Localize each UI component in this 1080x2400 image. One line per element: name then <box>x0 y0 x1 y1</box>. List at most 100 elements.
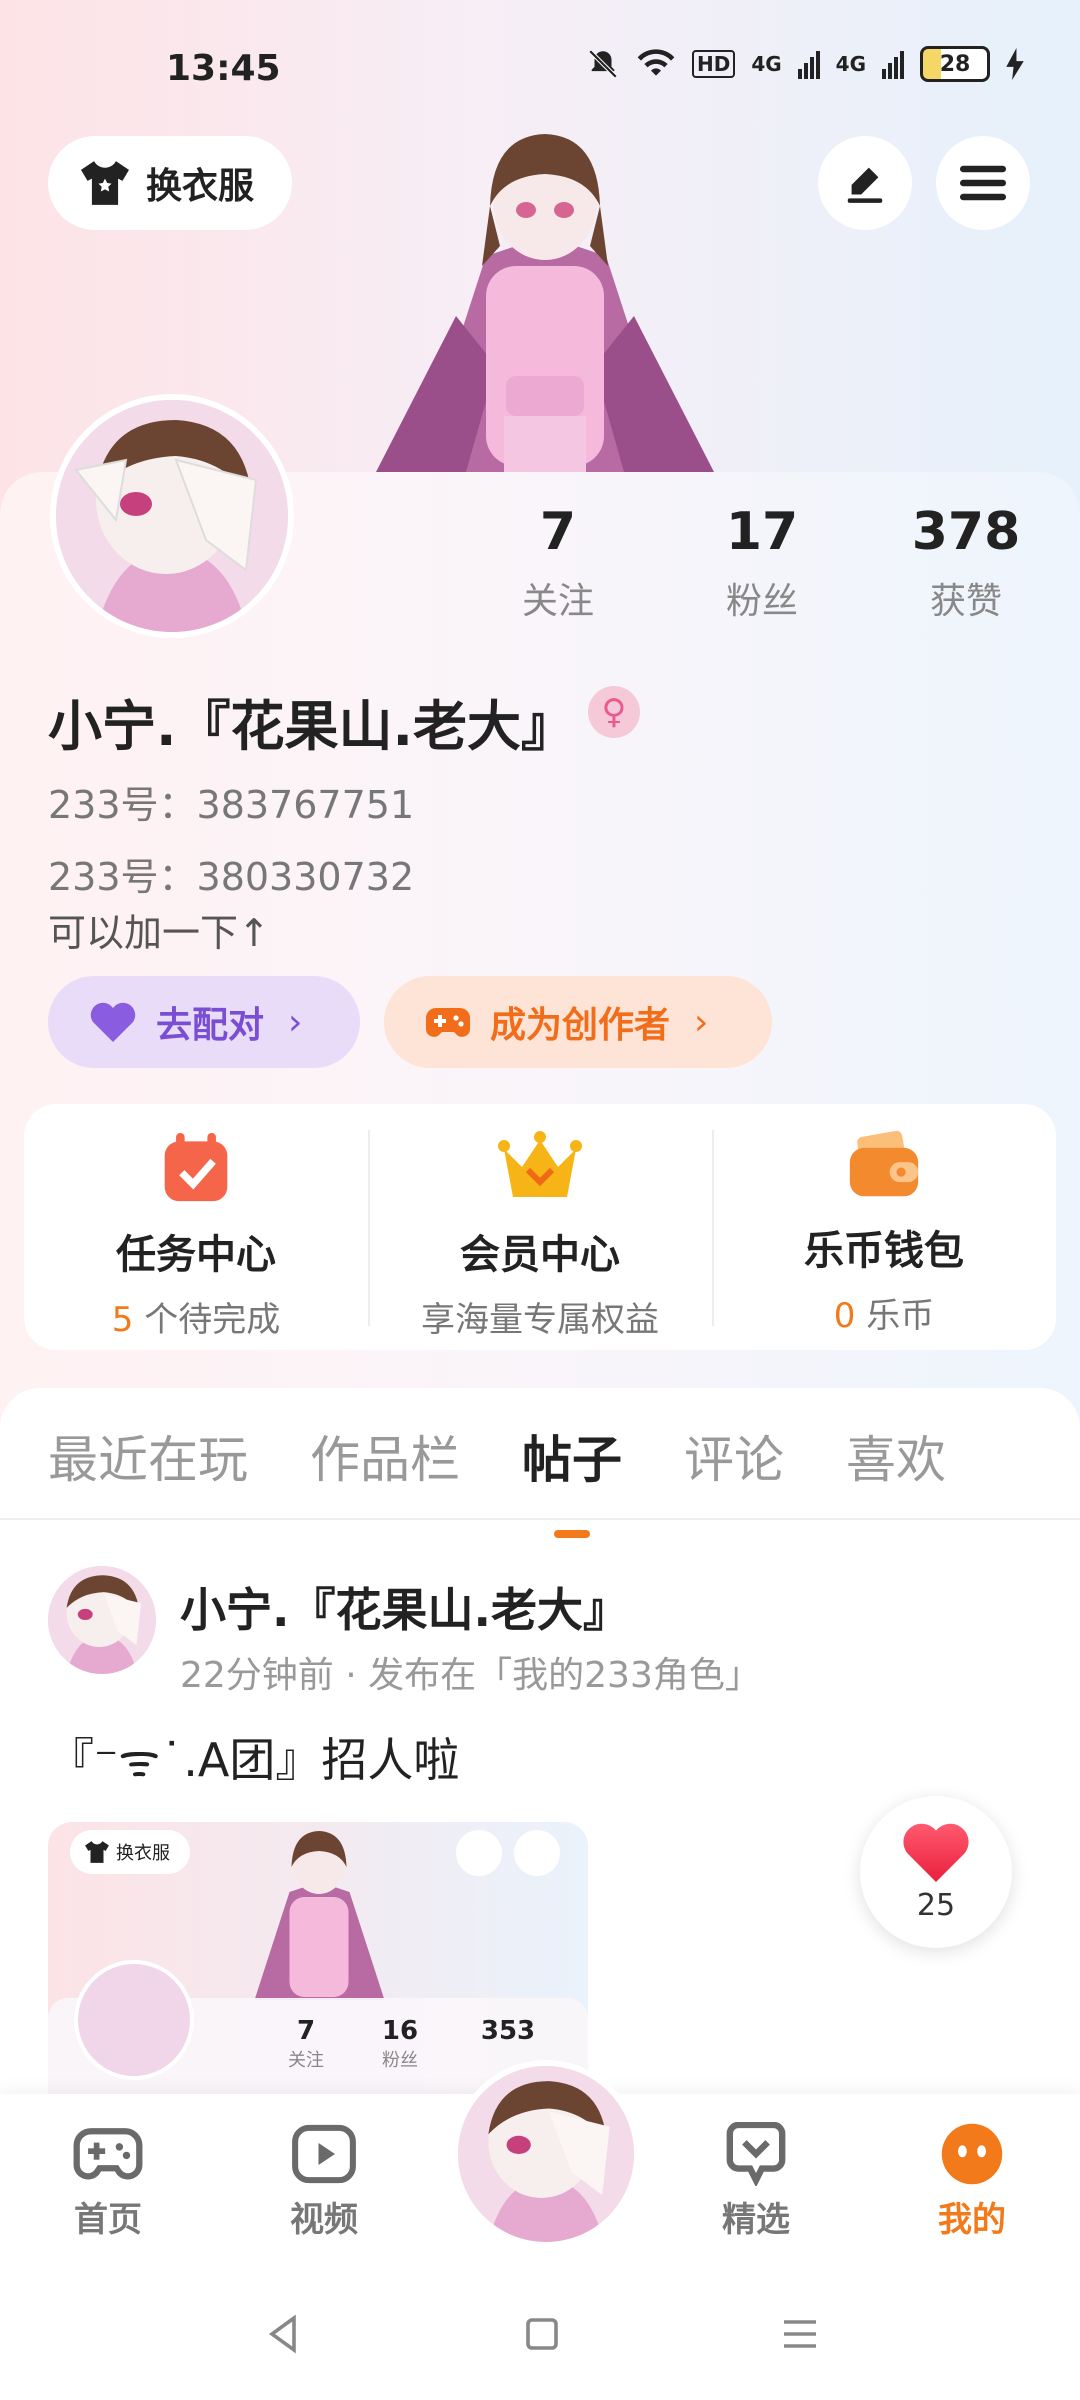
back-icon[interactable] <box>264 2314 304 2354</box>
coin-wallet-sub: 0 乐币 <box>834 1288 934 1337</box>
task-count: 5 <box>111 1300 134 1340</box>
nav-video[interactable]: 视频 <box>254 2122 394 2241</box>
character-banner[interactable] <box>376 116 714 472</box>
female-gender-icon: ♀ <box>588 686 640 738</box>
pen-icon <box>847 167 883 203</box>
dress-up-button[interactable]: 换衣服 <box>48 136 292 230</box>
status-time: 13:45 <box>166 48 281 89</box>
coin-wallet[interactable]: 乐币钱包 0 乐币 <box>712 1104 1056 1350</box>
post-text[interactable]: 『⁻ᯤ˙.A团』招人啦 <box>48 1724 459 1790</box>
like-count: 25 <box>916 1887 956 1923</box>
chevron-right-icon: › <box>288 1001 303 1043</box>
shirt-icon <box>81 161 129 205</box>
profile-tabs: 最近在玩 作品栏 帖子 评论 喜欢 <box>48 1420 1008 1538</box>
center-avatar-button[interactable] <box>452 2060 640 2248</box>
status-icons: HD 4G 4G 28 <box>586 46 1024 82</box>
home-icon[interactable] <box>522 2314 562 2354</box>
profile-id-1: 233号：383767751 <box>48 783 415 827</box>
wifi-icon <box>637 49 675 76</box>
thumb-stat-num: 353 <box>480 2016 536 2046</box>
tab-likes[interactable]: 喜欢 <box>846 1420 946 1492</box>
signal-bars-icon <box>797 51 820 79</box>
vip-center-sub: 享海量专属权益 <box>421 1300 659 1340</box>
like-button[interactable]: 25 <box>860 1796 1012 1948</box>
thumb-stat-label: 粉丝 <box>382 2050 418 2071</box>
recents-icon[interactable] <box>780 2314 820 2354</box>
stat-following-count: 7 <box>539 502 577 562</box>
nav-featured[interactable]: 精选 <box>686 2122 826 2241</box>
avatar-image <box>48 1566 156 1674</box>
thumb-avatar <box>74 1960 194 2080</box>
thumb-stat-label: 关注 <box>288 2050 324 2071</box>
system-nav-bar <box>0 2270 1080 2400</box>
task-sub-text: 个待完成 <box>144 1300 281 1340</box>
profile-name: 小宁.『花果山.老大』 <box>48 695 576 758</box>
signal-bars-2-icon <box>882 51 904 79</box>
tab-posts[interactable]: 帖子 <box>522 1420 622 1538</box>
thumb-menu-icon <box>514 1830 560 1876</box>
profile-id-2: 233号：380330732 <box>48 855 415 899</box>
gamepad-icon <box>426 1008 470 1037</box>
thumb-stat-following: 7 关注 <box>276 2016 336 2072</box>
nav-home[interactable]: 首页 <box>38 2122 178 2241</box>
stat-likes-count: 378 <box>911 502 1021 562</box>
match-label: 去配对 <box>156 1005 265 1046</box>
post-author-name[interactable]: 小宁.『花果山.老大』 <box>180 1574 629 1640</box>
thumb-stat-num: 7 <box>296 2016 316 2046</box>
task-center[interactable]: 任务中心 5 个待完成 <box>24 1104 368 1350</box>
profile-bio: 可以加一下↑ <box>48 911 270 955</box>
thumb-edit-icon <box>456 1830 502 1876</box>
match-button[interactable]: 去配对 › <box>48 976 360 1068</box>
signal-4g-1: 4G <box>751 52 782 76</box>
stat-followers-count: 17 <box>725 502 799 562</box>
task-center-title: 任务中心 <box>116 1232 276 1278</box>
heart-icon <box>90 1002 136 1042</box>
coin-wallet-title: 乐币钱包 <box>804 1228 964 1274</box>
tabs-divider <box>0 1518 1080 1520</box>
edit-button[interactable] <box>818 136 912 230</box>
vip-center[interactable]: 会员中心 享海量专属权益 <box>368 1104 712 1350</box>
coin-count: 0 <box>833 1296 856 1336</box>
avatar-image <box>56 400 288 632</box>
thumb-dress-label: 换衣服 <box>116 1843 170 1864</box>
hamburger-icon <box>960 165 1006 201</box>
stat-likes[interactable]: 378 获赞 <box>896 502 1036 624</box>
tab-recent-play[interactable]: 最近在玩 <box>48 1420 248 1492</box>
post-meta: 22分钟前 · 发布在「我的233角色」 <box>180 1655 761 1696</box>
wallet-icon <box>849 1130 919 1197</box>
become-creator-button[interactable]: 成为创作者 › <box>384 976 772 1068</box>
post-author-avatar[interactable] <box>48 1566 156 1674</box>
thumb-stat-followers: 16 粉丝 <box>370 2016 430 2072</box>
battery-level: 28 <box>939 51 971 77</box>
nav-video-label: 视频 <box>290 2200 358 2240</box>
shirt-icon <box>85 1841 109 1863</box>
menu-button[interactable] <box>936 136 1030 230</box>
nav-home-label: 首页 <box>74 2200 142 2240</box>
nav-mine[interactable]: 我的 <box>902 2122 1042 2241</box>
stat-following-label: 关注 <box>521 581 594 622</box>
profile-avatar[interactable] <box>50 394 294 638</box>
play-icon <box>292 2124 356 2184</box>
thumb-character <box>254 1831 385 2000</box>
tab-comments[interactable]: 评论 <box>684 1420 784 1492</box>
dress-up-label: 换衣服 <box>146 166 255 207</box>
hd-badge: HD <box>691 50 736 78</box>
stat-followers[interactable]: 17 粉丝 <box>702 502 822 624</box>
gamepad-icon <box>73 2128 143 2180</box>
face-icon <box>941 2123 1003 2185</box>
charging-icon <box>1006 48 1024 80</box>
thumb-stat-num: 16 <box>381 2016 419 2046</box>
stat-followers-label: 粉丝 <box>725 581 798 622</box>
nav-featured-label: 精选 <box>722 2200 790 2240</box>
stat-following[interactable]: 7 关注 <box>498 502 618 624</box>
stat-likes-label: 获赞 <box>929 581 1002 622</box>
heart-icon <box>903 1823 969 1882</box>
task-center-sub: 5 个待完成 <box>112 1292 280 1341</box>
calendar-check-icon <box>164 1132 228 1202</box>
avatar-image <box>458 2066 634 2242</box>
thumb-dress-button: 换衣服 <box>70 1830 190 1874</box>
vip-center-title: 会员中心 <box>460 1232 620 1278</box>
tab-works[interactable]: 作品栏 <box>310 1420 460 1492</box>
crown-icon <box>498 1131 582 1197</box>
mute-bell-icon <box>588 49 618 79</box>
